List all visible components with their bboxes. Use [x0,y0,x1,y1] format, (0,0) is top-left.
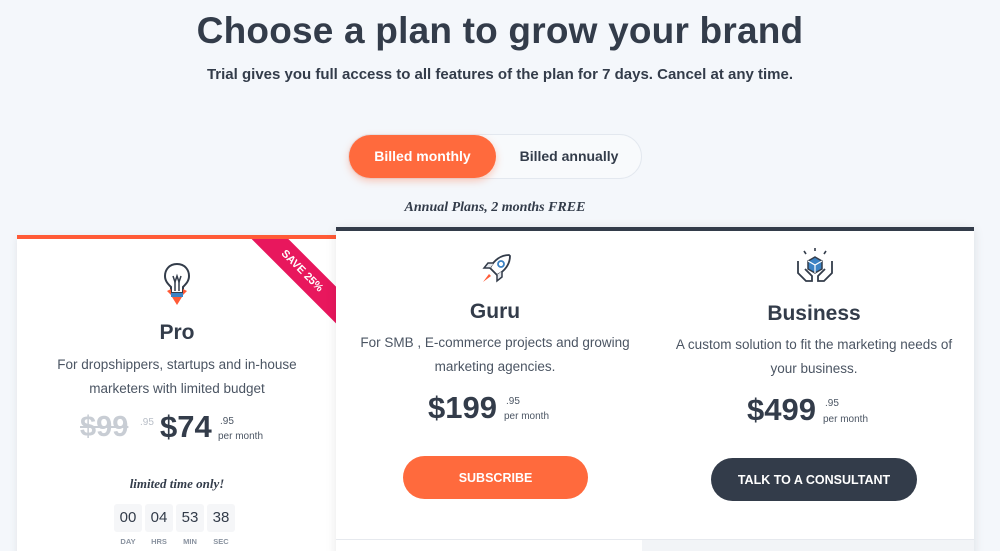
business-plan-description-line1: A custom solution to fit the marketing n… [675,337,953,352]
lightbulb-rocket-icon [163,262,191,305]
pro-old-price: $99 [80,411,129,443]
guru-price: $199 [428,390,497,425]
rocket-icon [482,254,511,283]
countdown-minutes-value: 53 [176,504,204,532]
business-plan-name: Business [767,302,861,325]
annual-plans-note: Annual Plans, 2 months FREE [404,200,586,215]
plans-panel: Guru For SMB , E-commerce projects and g… [336,227,974,551]
subscribe-button[interactable]: SUBSCRIBE [403,456,588,499]
guru-card-footer [336,539,642,551]
billed-annually-button[interactable]: Billed annually [499,135,639,178]
countdown-hours-label: HRS [151,537,167,546]
countdown-day-value: 00 [114,504,142,532]
guru-plan-name: Guru [469,300,521,323]
countdown-hours-value: 04 [145,504,173,532]
business-price-period: per month [823,414,869,425]
business-price: $499 [747,392,816,427]
pro-price-cents: .95 [220,416,234,427]
countdown-minutes: 53 MIN [176,504,204,546]
pro-price-period: per month [218,431,264,442]
countdown-seconds-value: 38 [207,504,235,532]
countdown-day-label: DAY [120,537,136,546]
page-title: Choose a plan to grow your brand [196,10,804,51]
pro-price: $74 [160,409,212,444]
pro-plan-name: Pro [159,321,195,344]
business-plan-description-line2: your business. [770,361,858,376]
countdown-minutes-label: MIN [183,537,197,546]
business-price-cents: .95 [825,398,839,409]
business-card-footer [642,539,974,551]
guru-plan-description-line2: marketing agencies. [434,359,556,374]
page-subtitle: Trial gives you full access to all featu… [206,66,794,83]
pro-old-price-cents: .95 [140,417,154,428]
billed-monthly-button[interactable]: Billed monthly [349,135,496,178]
save-ribbon: SAVE 25% [246,239,337,327]
limited-time-label: limited time only! [129,476,225,491]
talk-to-consultant-button[interactable]: TALK TO A CONSULTANT [711,458,917,501]
countdown-day: 00 DAY [114,504,142,546]
hands-cube-icon [797,248,833,282]
countdown-seconds: 38 SEC [207,504,235,546]
guru-price-period: per month [504,411,550,422]
billing-toggle: Billed monthly Billed annually [348,134,642,179]
countdown-hours: 04 HRS [145,504,173,546]
pro-plan-description-line1: For dropshippers, startups and in-house [57,357,297,372]
guru-price-cents: .95 [506,396,520,407]
pro-plan-card: SAVE 25% Pro For dropshippers, startups … [17,235,337,551]
guru-plan-description-line1: For SMB , E-commerce projects and growin… [360,335,630,350]
pro-plan-description-line2: marketers with limited budget [89,381,265,396]
countdown-seconds-label: SEC [213,537,229,546]
